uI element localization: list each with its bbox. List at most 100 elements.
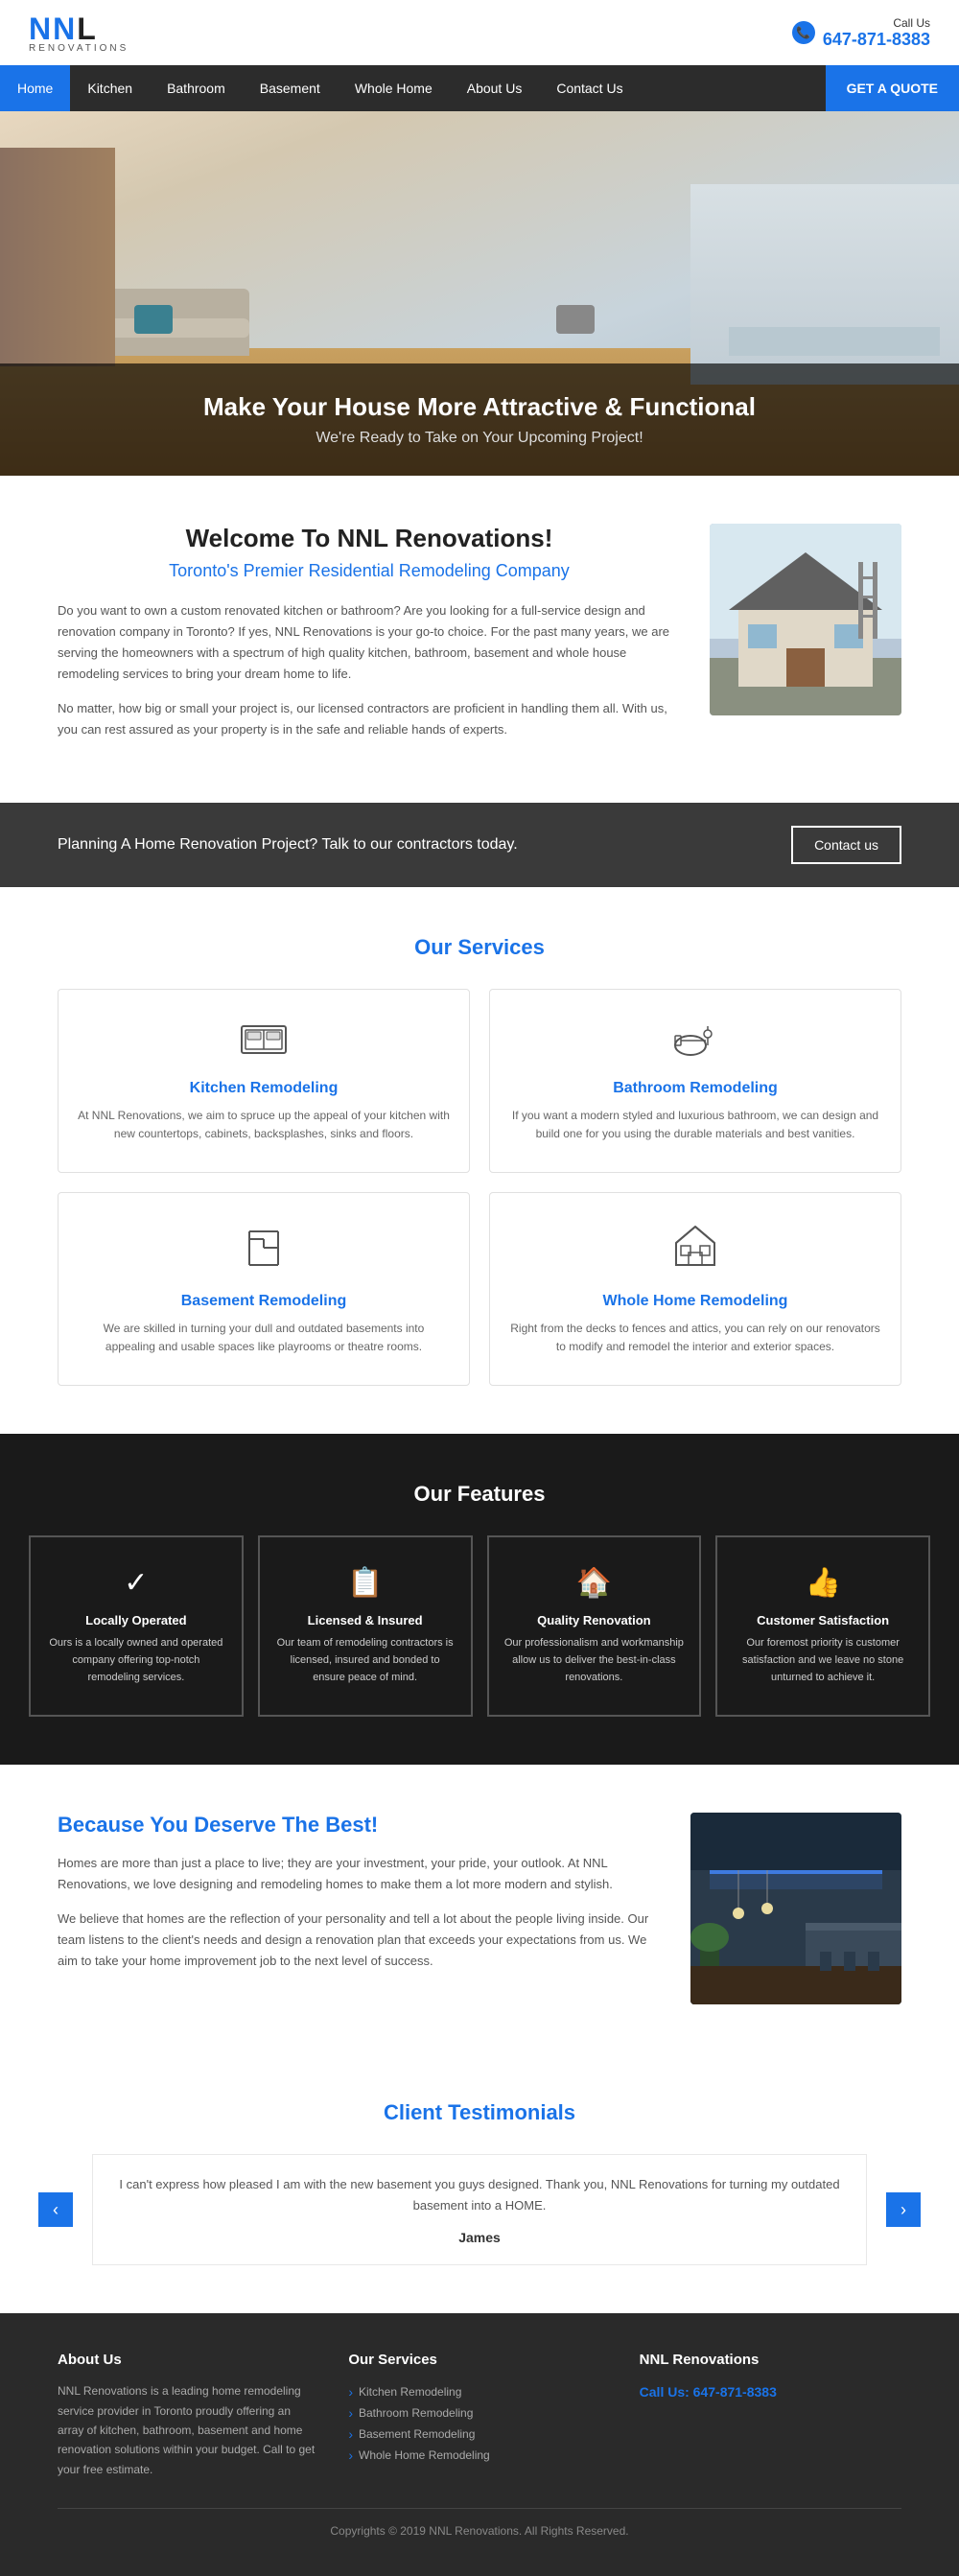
footer-service-bathroom[interactable]: Bathroom Remodeling (348, 2402, 610, 2424)
copyright-text: Copyrights © 2019 NNL Renovations. All R… (330, 2524, 628, 2538)
testimonials-prev[interactable]: ‹ (38, 2192, 73, 2227)
feature-licensed-name: Licensed & Insured (275, 1613, 456, 1628)
footer-service-basement[interactable]: Basement Remodeling (348, 2424, 610, 2445)
whole-home-icon (509, 1222, 881, 1279)
feature-locally-operated: ✓ Locally Operated Ours is a locally own… (29, 1535, 244, 1717)
service-card-basement: Basement Remodeling We are skilled in tu… (58, 1192, 470, 1386)
nav-basement[interactable]: Basement (243, 65, 338, 111)
contact-us-button[interactable]: Contact us (791, 826, 901, 864)
footer-service-whole-home[interactable]: Whole Home Remodeling (348, 2445, 610, 2466)
testimonials-wrapper: ‹ I can't express how pleased I am with … (38, 2154, 921, 2265)
footer-contact: NNL Renovations Call Us: 647-871-8383 (640, 2352, 901, 2479)
feature-licensed-desc: Our team of remodeling contractors is li… (275, 1635, 456, 1686)
deserve-title: Because You Deserve The Best! (58, 1813, 662, 1838)
basement-service-title: Basement Remodeling (78, 1293, 450, 1310)
cta-text: Planning A Home Renovation Project? Talk… (58, 836, 518, 854)
footer-contact-phone: Call Us: 647-871-8383 (640, 2381, 901, 2404)
welcome-image (710, 524, 901, 715)
whole-home-service-desc: Right from the decks to fences and attic… (509, 1320, 881, 1356)
nav-whole-home[interactable]: Whole Home (338, 65, 450, 111)
hero-section: Make Your House More Attractive & Functi… (0, 111, 959, 476)
feature-licensed: 📋 Licensed & Insured Our team of remodel… (258, 1535, 473, 1717)
footer-copyright: Copyrights © 2019 NNL Renovations. All R… (58, 2508, 901, 2538)
footer-about: About Us NNL Renovations is a leading ho… (58, 2352, 319, 2479)
service-card-kitchen: Kitchen Remodeling At NNL Renovations, w… (58, 989, 470, 1173)
testimonials-next[interactable]: › (886, 2192, 921, 2227)
welcome-subtitle: Toronto's Premier Residential Remodeling… (58, 561, 681, 581)
hero-subtitle: We're Ready to Take on Your Upcoming Pro… (29, 430, 930, 447)
service-card-whole-home: Whole Home Remodeling Right from the dec… (489, 1192, 901, 1386)
feature-quality: 🏠 Quality Renovation Our professionalism… (487, 1535, 702, 1717)
features-title: Our Features (29, 1482, 930, 1507)
kitchen-service-title: Kitchen Remodeling (78, 1080, 450, 1097)
footer-about-title: About Us (58, 2352, 319, 2368)
welcome-text: Welcome To NNL Renovations! Toronto's Pr… (58, 524, 681, 755)
testimonials-title: Client Testimonials (38, 2100, 921, 2125)
testimonials-quote: I can't express how pleased I am with th… (112, 2174, 847, 2216)
thumbsup-icon: 👍 (733, 1566, 913, 1600)
footer: About Us NNL Renovations is a leading ho… (0, 2313, 959, 2576)
license-icon: 📋 (275, 1566, 456, 1600)
get-quote-button[interactable]: Get A Quote (826, 65, 959, 111)
feature-locally-desc: Ours is a locally owned and operated com… (46, 1635, 226, 1686)
services-title: Our Services (58, 935, 901, 960)
welcome-section: Welcome To NNL Renovations! Toronto's Pr… (0, 476, 959, 803)
footer-grid: About Us NNL Renovations is a leading ho… (58, 2352, 901, 2479)
deserve-para-1: Homes are more than just a place to live… (58, 1853, 662, 1895)
deserve-para-2: We believe that homes are the reflection… (58, 1909, 662, 1972)
quality-icon: 🏠 (504, 1566, 685, 1600)
footer-service-kitchen[interactable]: Kitchen Remodeling (348, 2381, 610, 2402)
features-section: Our Features ✓ Locally Operated Ours is … (0, 1434, 959, 1765)
nav-kitchen[interactable]: Kitchen (70, 65, 150, 111)
welcome-title: Welcome To NNL Renovations! (58, 524, 681, 553)
basement-icon (78, 1222, 450, 1279)
call-number: 647-871-8383 (823, 30, 930, 50)
footer-about-text: NNL Renovations is a leading home remode… (58, 2381, 319, 2479)
nav-about[interactable]: About Us (450, 65, 540, 111)
nav-contact[interactable]: Contact Us (539, 65, 640, 111)
feature-satisfaction-name: Customer Satisfaction (733, 1613, 913, 1628)
feature-quality-name: Quality Renovation (504, 1613, 685, 1628)
footer-services-title: Our Services (348, 2352, 610, 2368)
bathroom-service-title: Bathroom Remodeling (509, 1080, 881, 1097)
services-grid: Kitchen Remodeling At NNL Renovations, w… (58, 989, 901, 1387)
deserve-text: Because You Deserve The Best! Homes are … (58, 1813, 662, 1985)
cta-banner: Planning A Home Renovation Project? Talk… (0, 803, 959, 887)
footer-contact-title: NNL Renovations (640, 2352, 901, 2368)
feature-quality-desc: Our professionalism and workmanship allo… (504, 1635, 685, 1686)
nav-bathroom[interactable]: Bathroom (150, 65, 243, 111)
testimonials-author: James (112, 2230, 847, 2245)
welcome-para-1: Do you want to own a custom renovated ki… (58, 600, 681, 685)
whole-home-service-title: Whole Home Remodeling (509, 1293, 881, 1310)
call-label: Call Us (823, 16, 930, 30)
logo-sub: RENOVATIONS (29, 43, 129, 54)
check-icon: ✓ (46, 1566, 226, 1600)
nav-links: Home Kitchen Bathroom Basement Whole Hom… (0, 65, 641, 111)
top-bar: NNL RENOVATIONS 📞 Call Us 647-871-8383 (0, 0, 959, 65)
kitchen-service-desc: At NNL Renovations, we aim to spruce up … (78, 1107, 450, 1143)
feature-locally-name: Locally Operated (46, 1613, 226, 1628)
phone-icon: 📞 (792, 21, 815, 44)
footer-services-list: Kitchen Remodeling Bathroom Remodeling B… (348, 2381, 610, 2466)
footer-services: Our Services Kitchen Remodeling Bathroom… (348, 2352, 610, 2479)
basement-service-desc: We are skilled in turning your dull and … (78, 1320, 450, 1356)
feature-satisfaction-desc: Our foremost priority is customer satisf… (733, 1635, 913, 1686)
feature-satisfaction: 👍 Customer Satisfaction Our foremost pri… (715, 1535, 930, 1717)
logo-letters: NNL (29, 12, 129, 47)
service-card-bathroom: Bathroom Remodeling If you want a modern… (489, 989, 901, 1173)
navigation: Home Kitchen Bathroom Basement Whole Hom… (0, 65, 959, 111)
testimonials-content: I can't express how pleased I am with th… (92, 2154, 867, 2265)
hero-overlay: Make Your House More Attractive & Functi… (0, 363, 959, 476)
testimonials-section: Client Testimonials ‹ I can't express ho… (0, 2052, 959, 2313)
bathroom-service-desc: If you want a modern styled and luxuriou… (509, 1107, 881, 1143)
nav-home[interactable]: Home (0, 65, 70, 111)
services-section: Our Services Kitchen Remodeling At NNL R… (0, 887, 959, 1435)
kitchen-icon (78, 1019, 450, 1066)
hero-title: Make Your House More Attractive & Functi… (29, 392, 930, 422)
deserve-section: Because You Deserve The Best! Homes are … (0, 1765, 959, 2052)
features-grid: ✓ Locally Operated Ours is a locally own… (29, 1535, 930, 1717)
logo: NNL RENOVATIONS (29, 12, 129, 54)
bathroom-icon (509, 1019, 881, 1066)
welcome-para-2: No matter, how big or small your project… (58, 698, 681, 740)
deserve-image (690, 1813, 901, 2004)
